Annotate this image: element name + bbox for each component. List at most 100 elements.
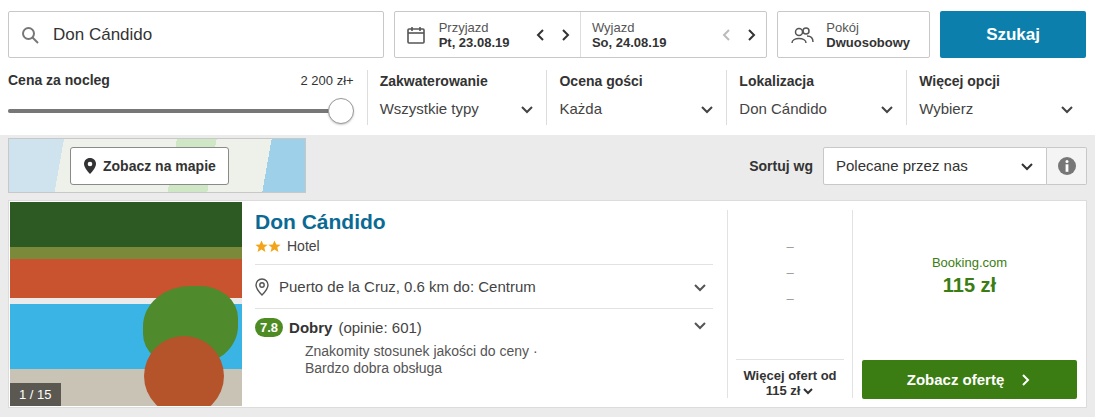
filter-dropdown[interactable]: Lokalizacja Don Cándido [726,70,906,125]
chevron-right-icon [563,30,568,40]
sort-control: Sortuj wg Polecane przez nas [749,147,1087,185]
hotel-name[interactable]: Don Cándido [255,209,713,235]
filter-label: Zakwaterowanie [380,72,535,90]
room-label: Pokój [826,20,917,35]
chevron-down-icon [693,318,707,332]
hotel-type: Hotel [287,238,320,254]
filter-dropdown[interactable]: ZakwaterowanieWszystkie typy [367,70,547,125]
chevron-down-icon [1060,102,1074,116]
photo-pot [144,336,224,406]
room-value: Dwuosobowy [826,35,917,50]
chevron-down-icon [1060,102,1074,116]
date-picker: PrzyjazdPt, 23.08.19WyjazdSo, 24.08.19 [394,11,768,58]
star-icon [255,240,268,253]
calendar-icon [408,32,424,34]
chevron-down-icon [693,280,707,294]
more-offers-price: 115 zł [766,383,801,398]
chevron-right-icon [1018,373,1032,387]
more-offers[interactable]: Więcej ofert od115 zł [736,359,844,398]
location-row[interactable]: Puerto de la Cruz, 0.6 km do: Centrum [255,264,713,308]
people-icon [796,28,803,35]
search-field[interactable]: Don Cándido [8,11,384,58]
map-button[interactable]: Zobacz na mapie [70,147,229,185]
date-field[interactable]: WyjazdSo, 24.08.19 [580,12,766,57]
chevron-down-icon [702,107,712,112]
people-icon [790,25,814,45]
chevron-right-icon [749,30,754,40]
magnifier-icon [21,26,39,44]
filter-value-row: Don Cándido [739,100,894,117]
top-bar: Don CándidoPrzyjazdPt, 23.08.19WyjazdSo,… [0,0,1095,125]
people-icon [807,36,813,42]
chevron-down-icon [695,285,705,290]
chevron-down-icon [520,102,534,116]
info-icon [1058,157,1076,175]
chevron-down-icon [1020,159,1034,173]
view-deal-button[interactable]: Zobacz ofertę [862,360,1077,399]
rating-row[interactable]: 7.8Dobry(opinie: 601) [255,308,713,337]
price-label: Cena za nocleg [8,72,110,88]
filter-label: Lokalizacja [739,72,894,90]
sort-label: Sortuj wg [749,158,813,174]
date-label: Przyjazd [439,20,534,35]
sort-dropdown[interactable]: Polecane przez nas [823,147,1047,185]
rating-badge: 7.8 [255,318,283,337]
chevron-right-icon [1018,373,1032,387]
people-icon [790,25,814,45]
chevron-down-icon [695,323,705,328]
chevron-down-icon [693,318,707,332]
people-icon [803,28,809,34]
photo-counter: 1 / 15 [10,383,61,406]
chevron-down-icon [520,102,534,116]
calendar-icon [408,29,424,43]
hotel-class: Hotel [255,238,713,264]
pin-icon [84,158,96,174]
deal-price: 115 zł [943,274,996,297]
hotel-info: Don Cándido Hotel Puerto de la Cruz, 0.6 k… [242,202,713,406]
magnifier-icon [21,26,39,44]
filter-dropdown[interactable]: Ocena gości Każda [546,70,726,125]
offer-placeholder: – [786,239,793,254]
slider-knob[interactable] [328,98,354,124]
location-text: Puerto de la Cruz, 0.6 km do: Centrum [279,278,536,295]
chevron-right-icon[interactable] [744,28,758,42]
date-value: Pt, 23.08.19 [439,35,534,50]
chevron-left-icon[interactable] [534,28,548,42]
room-picker[interactable]: PokójDwuosobowy [777,11,930,58]
deal-column: Booking.com 115 zł Zobacz ofertę [853,202,1085,406]
pin-icon [255,278,269,296]
chevron-down-icon [802,385,814,397]
filter-dropdown[interactable]: Więcej opcjiWybierz [906,70,1086,125]
date-arrows [534,28,572,42]
date-value: So, 24.08.19 [592,35,720,50]
highlight: Znakomity stosunek jakości do ceny · [305,343,713,360]
chevron-left-icon[interactable] [720,28,734,42]
hotel-photo[interactable]: 1 / 15 [10,202,242,406]
price-filter: Cena za nocleg2 200 zł+ [8,70,367,125]
hotel-card: 1 / 15 Don Cándido Hotel Puerto de la Cruz,… [8,200,1087,408]
chevron-left-icon [538,30,543,40]
pin-icon [256,279,268,295]
star-icon [268,240,281,253]
search-row: Don CándidoPrzyjazdPt, 23.08.19WyjazdSo,… [8,11,1086,58]
chevron-left-icon [534,28,548,42]
info-icon [1057,156,1077,176]
price-slider[interactable] [8,109,341,113]
date-field[interactable]: PrzyjazdPt, 23.08.19 [395,12,580,57]
filter-value: Don Cándido [739,100,827,117]
magnifier-icon [23,28,34,39]
calendar-icon [406,25,426,45]
info-icon [1065,164,1068,172]
chevron-right-icon[interactable] [558,28,572,42]
pin-icon [260,282,264,286]
map-thumbnail[interactable]: Zobacz na mapie [8,138,306,193]
provider: Booking.com [932,255,1007,270]
filter-label: Więcej opcji [919,72,1074,90]
page: Don CándidoPrzyjazdPt, 23.08.19WyjazdSo,… [0,0,1095,417]
chevron-down-icon [882,107,892,112]
filter-value: Każda [559,100,602,117]
calendar-icon [411,27,413,31]
info-button[interactable] [1047,147,1087,185]
search-button[interactable]: Szukaj [940,11,1086,58]
filter-label: Ocena gości [559,72,714,90]
